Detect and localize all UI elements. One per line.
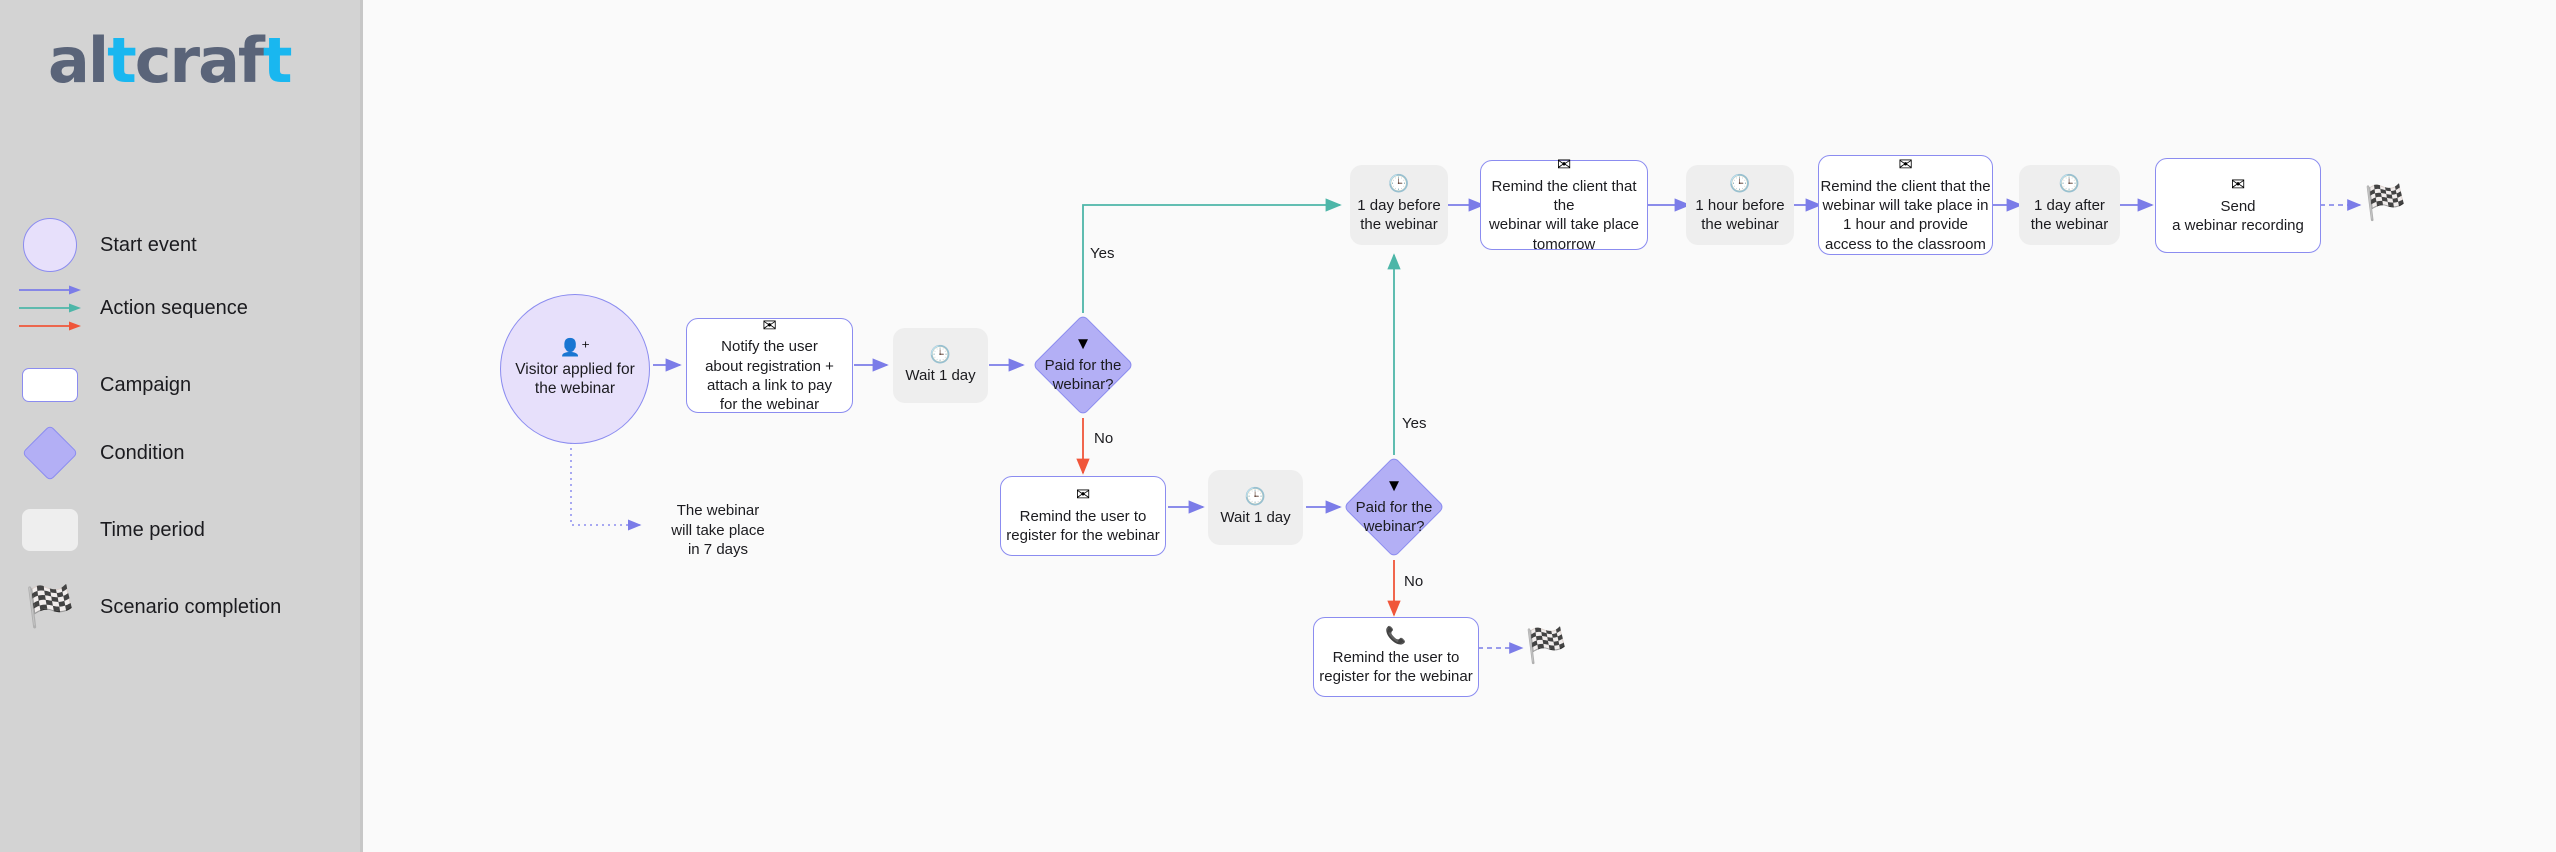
node-label: 1 day before the webinar: [1357, 197, 1441, 234]
clock-icon: 🕒: [1729, 174, 1751, 194]
node-campaign-remind-tomorrow[interactable]: ✉ Remind the client that the webinar wil…: [1480, 156, 1648, 253]
envelope-icon: ✉: [1075, 485, 1091, 505]
node-campaign-remind-1-hour[interactable]: ✉ Remind the client that the webinar wil…: [1818, 155, 1993, 255]
flow-canvas: [363, 0, 2556, 852]
clock-icon: 🕒: [2058, 174, 2081, 194]
legend-item-time-period: Time period: [0, 500, 363, 560]
node-scenario-completion-top: 🏁: [2364, 184, 2407, 222]
node-campaign-remind-register-email[interactable]: ✉ Remind the user to register for the we…: [1000, 476, 1166, 556]
legend-completion-shape: 🏁: [0, 587, 100, 627]
arrow-blue-icon: [19, 285, 81, 295]
node-time-1-hour-before[interactable]: 🕒 1 hour before the webinar: [1686, 165, 1794, 245]
node-campaign-send-recording[interactable]: ✉ Send a webinar recording: [2155, 158, 2321, 253]
phone-check-icon: 📞: [1385, 626, 1407, 646]
legend-item-action-sequence: Action sequence: [0, 278, 363, 338]
sidebar: altcraft Start event Action sequence Cam…: [0, 0, 363, 852]
legend-label: Action sequence: [100, 296, 248, 319]
node-campaign-remind-register-call[interactable]: 📞 Remind the user to register for the we…: [1313, 617, 1479, 697]
filter-icon: ▼: [1074, 334, 1092, 354]
node-label: Remind the client that the webinar will …: [1488, 177, 1640, 253]
legend-campaign-shape: [0, 368, 100, 402]
node-label: Paid for the webinar?: [1355, 499, 1433, 536]
node-time-1-day-before[interactable]: 🕒 1 day before the webinar: [1350, 165, 1448, 245]
legend-time-period-shape: [0, 509, 100, 551]
node-condition-paid-second[interactable]: ▼ Paid for the webinar?: [1340, 453, 1448, 561]
arrow-samples: [19, 285, 81, 331]
node-label: Remind the user to register for the webi…: [1006, 508, 1160, 545]
altcraft-logo: altcraft: [48, 30, 292, 92]
arrow-red-icon: [19, 321, 81, 331]
node-condition-paid-first[interactable]: ▼ Paid for the webinar?: [1029, 311, 1137, 419]
logo-part-2: craf: [134, 24, 265, 97]
node-scenario-completion-bottom: 🏁: [1525, 627, 1568, 665]
legend-label: Condition: [100, 441, 185, 464]
envelope-icon: ✉: [1556, 155, 1572, 175]
node-label: Paid for the webinar?: [1044, 357, 1122, 394]
legend-action-sequence-shape: [0, 285, 100, 331]
node-time-1-day-after[interactable]: 🕒 1 day after the webinar: [2019, 165, 2120, 245]
node-label: Remind the client that the webinar will …: [1820, 177, 1991, 253]
node-wait-1-day-first[interactable]: 🕒 Wait 1 day: [893, 328, 988, 403]
clock-icon: 🕒: [929, 344, 952, 364]
node-label: 1 day after the webinar: [2030, 197, 2109, 234]
circle-icon: [23, 218, 77, 272]
checkered-flag-icon: 🏁: [25, 585, 75, 629]
edge-label-cond1-yes: Yes: [1090, 245, 1115, 262]
envelope-icon: ✉: [1898, 155, 1913, 175]
edge-label-cond2-yes: Yes: [1402, 415, 1427, 432]
legend-condition-shape: [0, 424, 100, 482]
condition-content: ▼ Paid for the webinar?: [1029, 335, 1137, 394]
node-label: Visitor applied for the webinar: [515, 360, 635, 398]
filter-icon: ▼: [1385, 476, 1403, 496]
legend-label: Time period: [100, 518, 205, 541]
node-label: Send a webinar recording: [2172, 197, 2304, 234]
legend-start-event-shape: [0, 218, 100, 272]
legend-label: Scenario completion: [100, 595, 282, 618]
legend-item-scenario-completion: 🏁 Scenario completion: [0, 577, 363, 637]
add-person-icon: 👤⁺: [559, 337, 591, 357]
node-label: Notify the user about registration + att…: [705, 338, 834, 414]
logo-part-1: al: [48, 24, 109, 97]
logo-accent-2: t: [262, 24, 293, 97]
clock-icon: 🕒: [1244, 486, 1267, 506]
edge-label-cond2-no: No: [1404, 573, 1424, 590]
node-campaign-notify-registration[interactable]: ✉ Notify the user about registration + a…: [686, 315, 853, 414]
diamond-icon: [21, 424, 79, 482]
node-wait-1-day-second[interactable]: 🕒 Wait 1 day: [1208, 470, 1303, 545]
clock-icon: 🕒: [1388, 174, 1410, 194]
envelope-icon: ✉: [2230, 174, 2246, 194]
note-webinar-in-7-days: The webinar will take place in 7 days: [671, 502, 765, 558]
rectangle-icon: [22, 368, 78, 402]
envelope-icon: ✉: [762, 315, 777, 335]
legend-item-start-event: Start event: [0, 215, 363, 275]
node-start-event[interactable]: 👤⁺ Visitor applied for the webinar: [500, 294, 650, 444]
legend-label: Campaign: [100, 373, 192, 396]
node-label: 1 hour before the webinar: [1695, 197, 1785, 234]
legend-item-campaign: Campaign: [0, 355, 363, 415]
legend-label: Start event: [100, 233, 197, 256]
condition-content: ▼ Paid for the webinar?: [1340, 477, 1448, 536]
node-label: Remind the user to register for the webi…: [1319, 649, 1473, 686]
edge-label-cond1-no: No: [1094, 430, 1114, 447]
arrow-green-icon: [19, 303, 81, 313]
legend-item-condition: Condition: [0, 423, 363, 483]
node-label: Wait 1 day: [905, 367, 976, 385]
node-label: Wait 1 day: [1220, 509, 1291, 527]
logo-accent-1: t: [107, 24, 137, 97]
rounded-square-icon: [22, 509, 78, 551]
